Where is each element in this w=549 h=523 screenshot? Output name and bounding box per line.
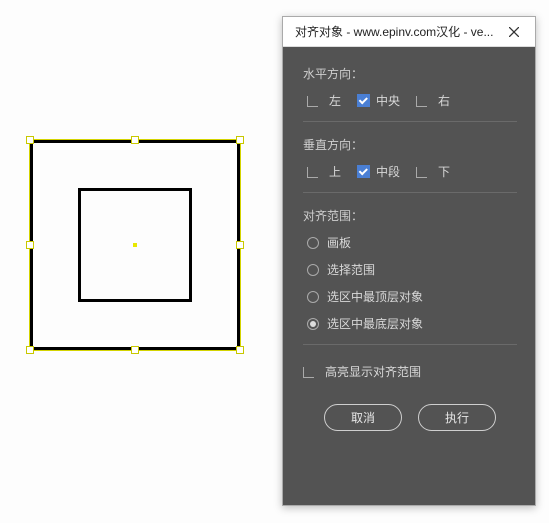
align-left-checkbox[interactable]: 左	[307, 92, 341, 109]
radio-icon	[307, 318, 319, 330]
scope-top-object-label: 选区中最顶层对象	[327, 288, 423, 305]
radio-icon	[307, 264, 319, 276]
align-dialog: 对齐对象 - www.epinv.com汉化 - ve... 水平方向： 左 中…	[282, 16, 536, 506]
execute-label: 执行	[445, 409, 469, 426]
align-right-checkbox[interactable]: 右	[416, 92, 450, 109]
highlight-row: 高亮显示对齐范围	[303, 363, 517, 380]
handle-bc[interactable]	[131, 346, 139, 354]
scope-top-object[interactable]: 选区中最顶层对象	[307, 288, 517, 305]
dialog-body: 水平方向： 左 中央 右 垂直方向： 上	[283, 47, 535, 505]
scope-options: 画板 选择范围 选区中最顶层对象 选区中最底层对象	[303, 234, 517, 332]
scope-label: 对齐范围：	[303, 207, 517, 224]
checkbox-icon	[416, 96, 427, 107]
radio-icon	[307, 237, 319, 249]
horizontal-label: 水平方向：	[303, 65, 517, 82]
vertical-row: 上 中段 下	[303, 163, 517, 180]
divider	[303, 121, 517, 122]
align-left-label: 左	[329, 92, 341, 109]
align-center-label: 中央	[376, 92, 400, 109]
handle-tc[interactable]	[131, 136, 139, 144]
button-row: 取消 执行	[303, 404, 517, 431]
handle-bl[interactable]	[26, 346, 34, 354]
execute-button[interactable]: 执行	[418, 404, 496, 431]
checkbox-icon	[357, 94, 370, 107]
radio-icon	[307, 291, 319, 303]
align-top-checkbox[interactable]: 上	[307, 163, 341, 180]
align-center-checkbox[interactable]: 中央	[357, 92, 400, 109]
canvas-area	[30, 140, 240, 350]
checkbox-icon	[416, 167, 427, 178]
align-top-label: 上	[329, 163, 341, 180]
divider	[303, 192, 517, 193]
scope-artboard[interactable]: 画板	[307, 234, 517, 251]
handle-tr[interactable]	[236, 136, 244, 144]
highlight-label: 高亮显示对齐范围	[325, 363, 421, 380]
highlight-checkbox[interactable]: 高亮显示对齐范围	[325, 363, 421, 380]
scope-bottom-object[interactable]: 选区中最底层对象	[307, 315, 517, 332]
close-button[interactable]	[501, 21, 527, 43]
handle-ml[interactable]	[26, 241, 34, 249]
scope-bottom-object-label: 选区中最底层对象	[327, 315, 423, 332]
align-bottom-label: 下	[438, 163, 450, 180]
titlebar[interactable]: 对齐对象 - www.epinv.com汉化 - ve...	[283, 17, 535, 47]
scope-selection-label: 选择范围	[327, 261, 375, 278]
scope-artboard-label: 画板	[327, 234, 351, 251]
handle-br[interactable]	[236, 346, 244, 354]
checkbox-icon	[307, 96, 318, 107]
dialog-title: 对齐对象 - www.epinv.com汉化 - ve...	[295, 23, 501, 40]
align-right-label: 右	[438, 92, 450, 109]
cancel-button[interactable]: 取消	[324, 404, 402, 431]
horizontal-row: 左 中央 右	[303, 92, 517, 109]
close-icon	[509, 27, 519, 37]
divider	[303, 344, 517, 345]
checkbox-icon	[303, 367, 314, 378]
align-middle-label: 中段	[376, 163, 400, 180]
handle-tl[interactable]	[26, 136, 34, 144]
cancel-label: 取消	[351, 409, 375, 426]
checkbox-icon	[307, 167, 318, 178]
center-point	[133, 243, 137, 247]
align-bottom-checkbox[interactable]: 下	[416, 163, 450, 180]
align-middle-checkbox[interactable]: 中段	[357, 163, 400, 180]
vertical-label: 垂直方向：	[303, 136, 517, 153]
handle-mr[interactable]	[236, 241, 244, 249]
checkbox-icon	[357, 165, 370, 178]
scope-selection[interactable]: 选择范围	[307, 261, 517, 278]
